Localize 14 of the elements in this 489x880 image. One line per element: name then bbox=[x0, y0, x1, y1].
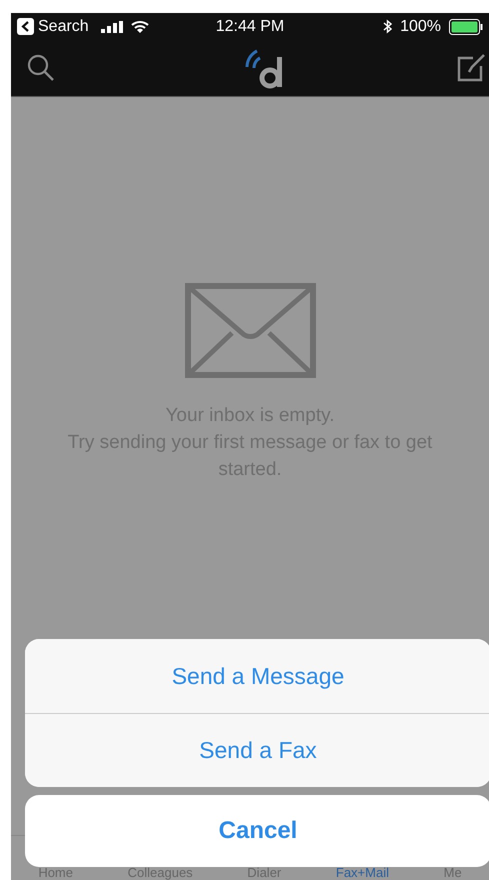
back-label[interactable]: Search bbox=[38, 14, 89, 38]
envelope-icon bbox=[184, 283, 316, 378]
wifi-icon bbox=[130, 20, 149, 34]
cancel-button[interactable]: Cancel bbox=[25, 795, 489, 867]
bluetooth-icon bbox=[383, 19, 392, 34]
status-time: 12:44 PM bbox=[216, 16, 284, 36]
tab-label[interactable]: Fax+Mail bbox=[336, 865, 389, 880]
action-button[interactable]: Send a Fax bbox=[25, 713, 489, 787]
battery-percent: 100% bbox=[400, 16, 441, 36]
compose-icon[interactable] bbox=[457, 54, 487, 82]
back-icon[interactable] bbox=[17, 18, 34, 35]
search-icon[interactable] bbox=[27, 54, 55, 82]
battery-icon bbox=[448, 18, 483, 34]
signal-icon bbox=[100, 20, 123, 32]
